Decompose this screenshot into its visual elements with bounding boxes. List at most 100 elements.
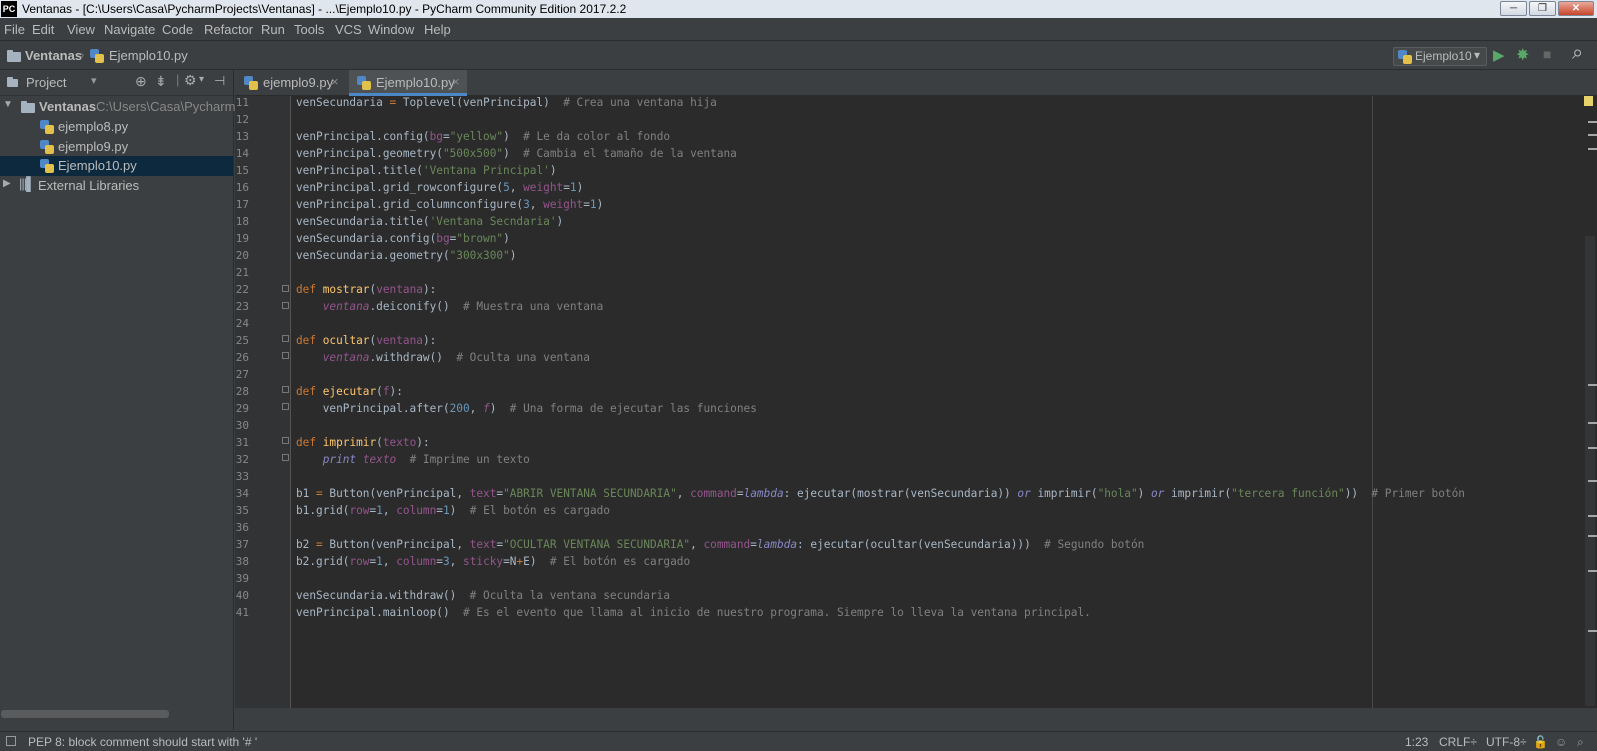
horizontal-scrollbar[interactable] (1, 710, 169, 718)
fold-marker-icon[interactable] (282, 352, 289, 359)
stripe-mark[interactable] (1588, 515, 1597, 517)
code-line-22: def mostrar(ventana): (296, 283, 437, 296)
breadcrumb-file[interactable]: Ejemplo10.py (109, 48, 188, 63)
line-number: 30 (235, 419, 249, 432)
fold-marker-icon[interactable] (282, 437, 289, 444)
menu-code[interactable]: Code (162, 22, 193, 37)
tree-item-label: External Libraries (38, 178, 140, 193)
minimize-button[interactable]: ─ (1500, 1, 1527, 16)
stripe-mark[interactable] (1588, 422, 1597, 424)
menu-help[interactable]: Help (424, 22, 451, 37)
chevron-down-icon[interactable]: ▼ (3, 99, 13, 110)
line-number: 41 (235, 606, 249, 619)
run-configuration-select[interactable]: Ejemplo10 ▾ (1393, 47, 1487, 66)
stop-icon[interactable]: ■ (1543, 46, 1551, 62)
library-icon: |||▌ (19, 176, 35, 191)
fold-marker-icon[interactable] (282, 335, 289, 342)
inspector-icon[interactable]: ☺ (1555, 735, 1567, 749)
stripe-mark[interactable] (1588, 535, 1597, 537)
scroll-from-source-icon[interactable]: ⊕ (135, 73, 147, 90)
menu-bar: File Edit View Navigate Code Refactor Ru… (0, 18, 1597, 40)
menu-refactor[interactable]: Refactor (204, 22, 253, 37)
line-number: 34 (235, 487, 249, 500)
window-title: Ventanas - [C:\Users\Casa\PycharmProject… (22, 2, 627, 16)
hide-panel-icon[interactable]: ⊣ (214, 73, 225, 89)
code-line-28: def ejecutar(f): (296, 385, 403, 398)
line-separator[interactable]: CRLF÷ (1439, 735, 1477, 749)
line-number: 14 (235, 147, 249, 160)
inspection-status-icon[interactable] (1584, 96, 1593, 106)
stripe-mark[interactable] (1588, 384, 1597, 386)
fold-marker-icon[interactable] (282, 386, 289, 393)
tree-item-file-selected[interactable]: Ejemplo10.py (0, 156, 233, 176)
menu-navigate[interactable]: Navigate (104, 22, 155, 37)
chevron-down-icon[interactable]: ▾ (91, 74, 97, 87)
python-file-icon (40, 140, 54, 154)
close-icon[interactable]: × (452, 74, 460, 89)
tree-item-file[interactable]: ejemplo9.py (0, 137, 233, 157)
chevron-down-icon: ▾ (1474, 48, 1481, 62)
caret-position[interactable]: 1:23 (1405, 735, 1428, 749)
tab-label: Ejemplo10.py (376, 75, 455, 90)
fold-marker-icon[interactable] (282, 454, 289, 461)
breadcrumb-project[interactable]: Ventanas (25, 48, 82, 63)
python-file-icon (40, 120, 54, 134)
fold-marker-icon[interactable] (282, 403, 289, 410)
vertical-scrollbar[interactable] (1585, 236, 1595, 706)
file-encoding[interactable]: UTF-8÷ (1486, 735, 1527, 749)
stripe-mark[interactable] (1588, 480, 1597, 482)
project-view-icon (7, 77, 18, 87)
chevron-down-icon[interactable]: ▾ (199, 74, 204, 85)
maximize-button[interactable]: ❐ (1529, 1, 1556, 16)
chevron-right-icon[interactable]: ▶ (3, 178, 11, 189)
stripe-mark[interactable] (1588, 121, 1597, 123)
menu-edit[interactable]: Edit (32, 22, 54, 37)
code-line-38: b2.grid(row=1, column=3, sticky=N+E) # E… (296, 555, 691, 568)
divider: | (176, 72, 180, 87)
menu-view[interactable]: View (67, 22, 95, 37)
code-line-19: venSecundaria.config(bg="brown") (296, 232, 510, 245)
line-number-gutter: 11 12 13 14 15 16 17 18 19 20 21 22 23 2… (235, 96, 291, 708)
search-icon[interactable]: ⌕ (1572, 42, 1583, 65)
line-number: 36 (235, 521, 249, 534)
collapse-all-icon[interactable]: ⇟ (155, 73, 167, 90)
line-number: 38 (235, 555, 249, 568)
tree-item-file[interactable]: ejemplo8.py (0, 117, 233, 137)
line-number: 11 (235, 96, 249, 109)
fold-marker-icon[interactable] (282, 285, 289, 292)
close-icon[interactable]: × (331, 74, 339, 89)
stripe-mark[interactable] (1588, 447, 1597, 449)
close-window-button[interactable]: ✕ (1558, 1, 1594, 16)
menu-tools[interactable]: Tools (294, 22, 324, 37)
line-number: 39 (235, 572, 249, 585)
line-number: 33 (235, 470, 249, 483)
menu-run[interactable]: Run (261, 22, 285, 37)
tab-ejemplo9[interactable]: ejemplo9.py × (237, 70, 345, 96)
menu-file[interactable]: File (4, 22, 25, 37)
menu-vcs[interactable]: VCS (335, 22, 362, 37)
line-number: 27 (235, 368, 249, 381)
tree-item-external-libraries[interactable]: ▶ |||▌ External Libraries (0, 176, 233, 196)
code-line-11: venSecundaria = Toplevel(venPrincipal) #… (296, 96, 717, 109)
debug-icon[interactable]: ✸ (1516, 45, 1529, 65)
tab-ejemplo10[interactable]: Ejemplo10.py × (349, 70, 467, 96)
gear-icon[interactable]: ⚙ (184, 72, 197, 89)
menu-window[interactable]: Window (368, 22, 414, 37)
event-log-icon[interactable]: ⌕ (1577, 735, 1584, 750)
fold-marker-icon[interactable] (282, 302, 289, 309)
tool-windows-icon[interactable] (6, 736, 16, 746)
project-view-title[interactable]: Project (26, 75, 66, 90)
code-editor[interactable]: 11 12 13 14 15 16 17 18 19 20 21 22 23 2… (235, 96, 1597, 708)
run-icon[interactable]: ▶ (1493, 46, 1505, 64)
navigation-bar: Ventanas › Ejemplo10.py Ejemplo10 ▾ ▶ ✸ … (0, 40, 1597, 70)
stripe-mark[interactable] (1588, 630, 1597, 632)
stripe-mark[interactable] (1588, 134, 1597, 136)
code-line-15: venPrincipal.title('Ventana Principal') (296, 164, 557, 177)
tree-item-project-root[interactable]: ▼ Ventanas C:\Users\Casa\PycharmPr (0, 97, 248, 117)
stripe-mark[interactable] (1588, 148, 1597, 150)
tree-item-path: C:\Users\Casa\PycharmPr (96, 99, 249, 114)
code-line-16: venPrincipal.grid_rowconfigure(5, weight… (296, 181, 584, 194)
lock-icon[interactable]: 🔓 (1533, 735, 1548, 749)
stripe-mark[interactable] (1588, 570, 1597, 572)
folder-icon (7, 50, 21, 62)
